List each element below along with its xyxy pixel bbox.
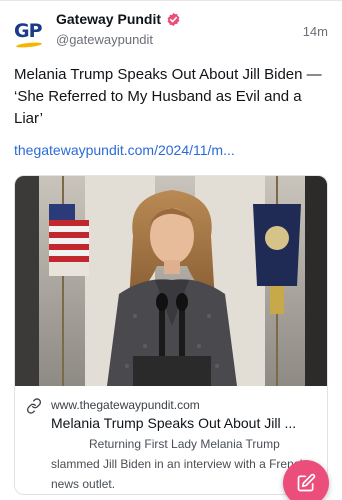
card-title: Melania Trump Speaks Out About Jill ... bbox=[51, 415, 297, 431]
post-link[interactable]: thegatewaypundit.com/2024/11/m... bbox=[14, 142, 235, 158]
card-meta[interactable]: www.thegatewaypundit.com Melania Trump S… bbox=[15, 390, 327, 494]
post-timestamp[interactable]: 14m bbox=[303, 24, 328, 39]
author-name-row: Gateway Pundit bbox=[56, 11, 181, 27]
avatar-logo-swoosh bbox=[15, 41, 43, 49]
link-icon bbox=[26, 398, 42, 414]
card-domain: www.thegatewaypundit.com bbox=[51, 398, 200, 412]
compose-icon bbox=[297, 473, 316, 492]
card-description: Returning First Lady Melania Trump slamm… bbox=[51, 437, 307, 491]
verified-badge-icon bbox=[167, 12, 180, 26]
card-image[interactable] bbox=[15, 176, 328, 386]
avatar-logo-text: GP bbox=[14, 20, 43, 42]
author-handle[interactable]: @gatewaypundit bbox=[56, 32, 153, 47]
avatar[interactable]: GP bbox=[14, 14, 48, 49]
post-header: GP Gateway Pundit @gatewaypundit 14m bbox=[12, 10, 330, 52]
author-name[interactable]: Gateway Pundit bbox=[56, 11, 161, 27]
compose-button[interactable] bbox=[283, 460, 329, 500]
link-preview-card[interactable]: www.thegatewaypundit.com Melania Trump S… bbox=[14, 175, 328, 495]
top-divider bbox=[0, 0, 342, 1]
post-text: Melania Trump Speaks Out About Jill Bide… bbox=[14, 66, 322, 127]
